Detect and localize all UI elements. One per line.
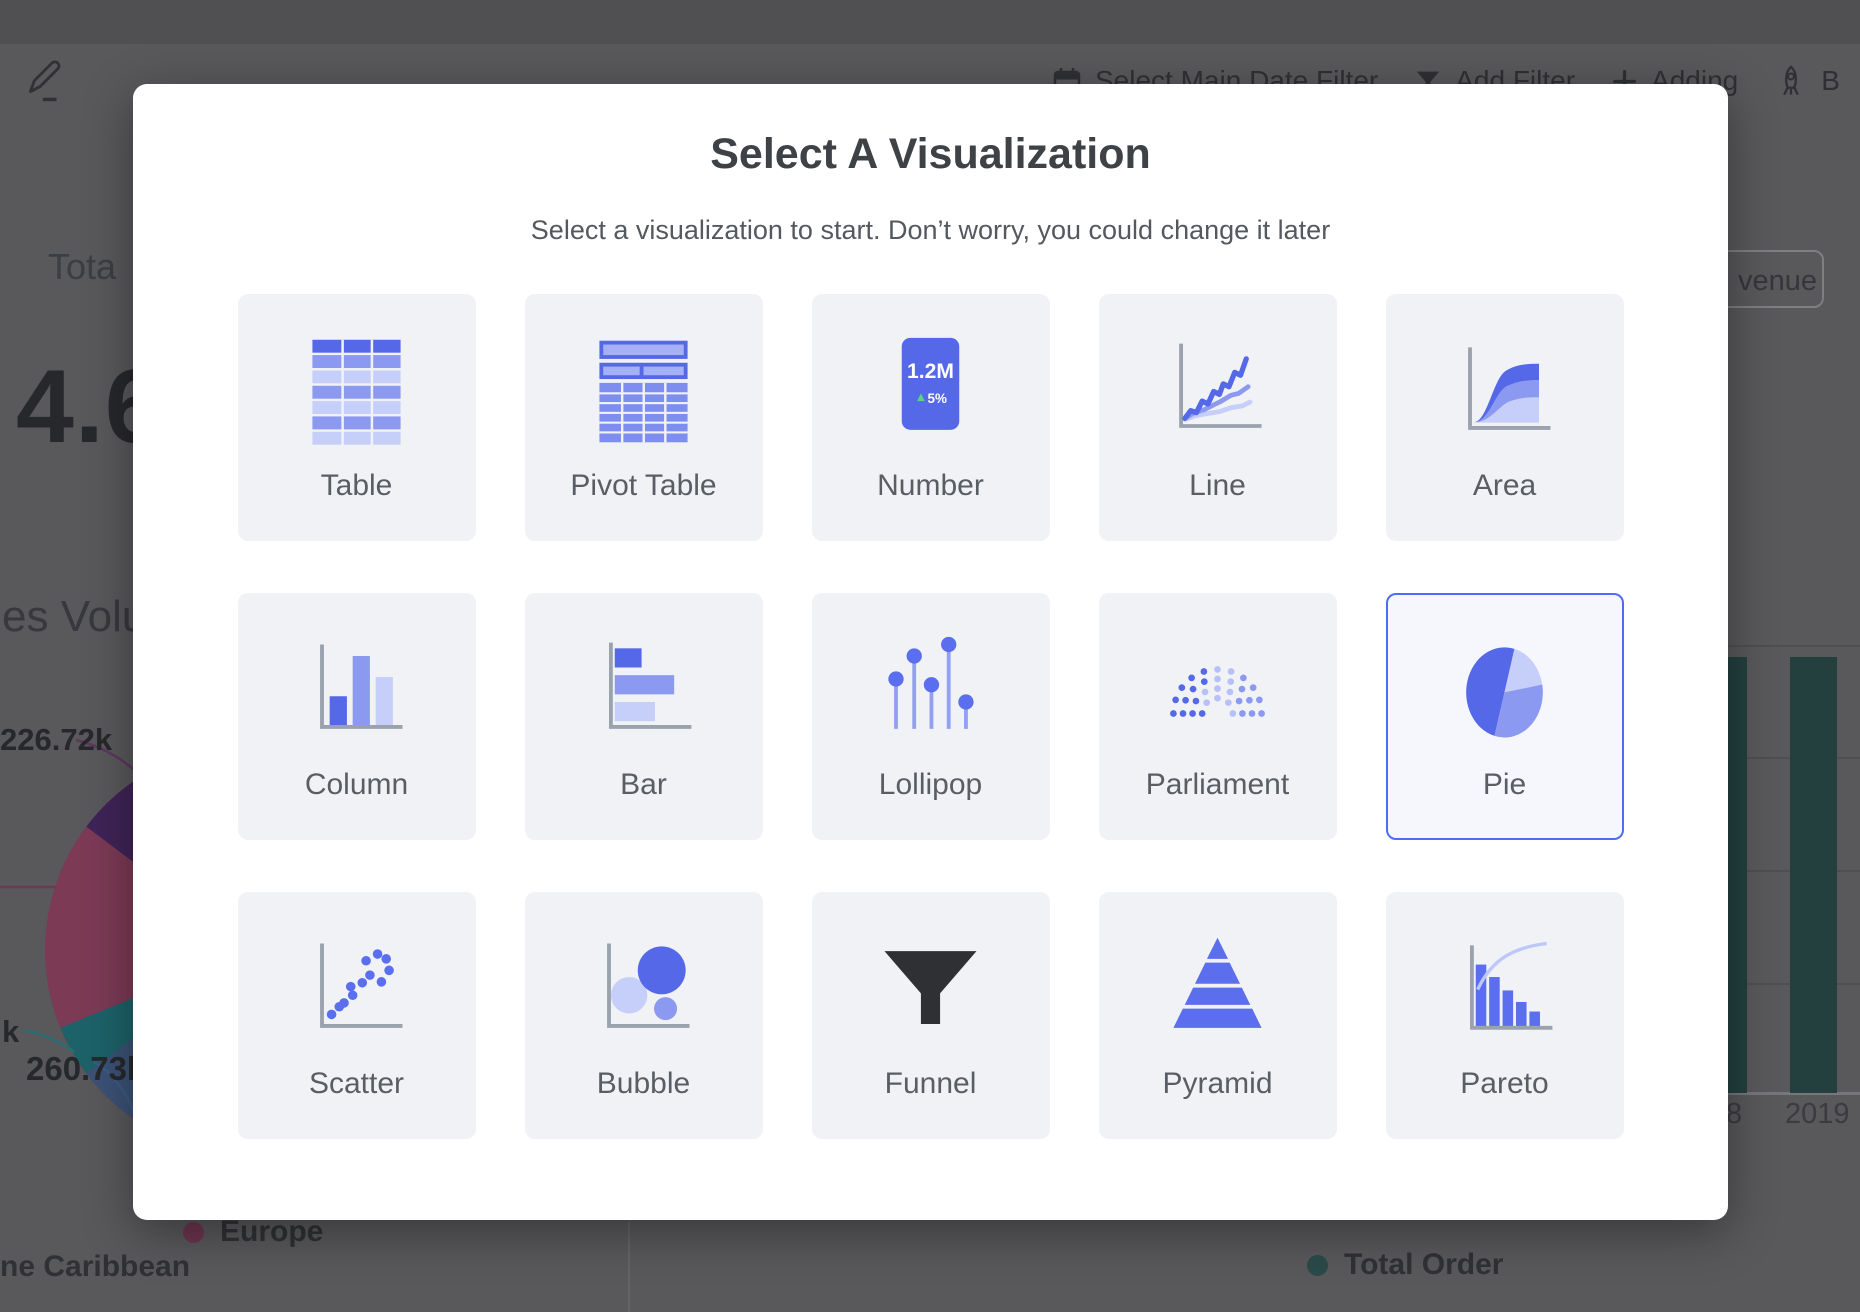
parliament-icon (1160, 633, 1275, 748)
viz-tile-label: Pivot Table (570, 469, 716, 503)
scatter-icon (299, 932, 414, 1047)
bar-icon (586, 633, 701, 748)
viz-tile-label: Column (305, 768, 408, 802)
pareto-icon (1447, 932, 1562, 1047)
legend-item-europe[interactable]: Europe (183, 1215, 323, 1249)
legend-item-total-order[interactable]: Total Order (1307, 1248, 1503, 1282)
bubble-icon (586, 932, 701, 1047)
svg-text:1.2M: 1.2M (907, 360, 954, 383)
viz-tile-label: Funnel (885, 1067, 977, 1101)
viz-tile-parliament[interactable]: Parliament (1099, 593, 1337, 840)
visualization-grid: Table Pivot Table 1.2M 5% Number Line (238, 294, 1624, 1139)
pie-data-label: k (2, 1014, 19, 1050)
viz-tile-label: Area (1473, 469, 1536, 503)
viz-tile-pivot-table[interactable]: Pivot Table (525, 294, 763, 541)
funnel-icon (873, 932, 988, 1047)
funnel-icon (873, 932, 988, 1047)
pie-icon (1447, 633, 1562, 748)
viz-tile-lollipop[interactable]: Lollipop (812, 593, 1050, 840)
viz-tile-line[interactable]: Line (1099, 294, 1337, 541)
revenue-button-label: venue (1738, 265, 1817, 298)
viz-tile-scatter[interactable]: Scatter (238, 892, 476, 1139)
viz-tile-label: Line (1189, 469, 1246, 503)
lollipop-icon (873, 633, 988, 748)
select-visualization-modal: Select A Visualization Select a visualiz… (133, 84, 1728, 1220)
toolbar-item-b[interactable]: B (1774, 62, 1840, 100)
table-icon (299, 334, 414, 449)
viz-tile-label: Bar (620, 768, 667, 802)
viz-tile-label: Pie (1483, 768, 1526, 802)
legend-dot (1307, 1255, 1328, 1276)
line-icon (1160, 334, 1275, 449)
pivot-table-icon (586, 334, 701, 449)
viz-tile-funnel[interactable]: Funnel (812, 892, 1050, 1139)
number-icon: 1.2M 5% (873, 334, 988, 449)
legend-label: ne Caribbean (0, 1250, 190, 1284)
viz-tile-label: Scatter (309, 1067, 404, 1101)
svg-text:5%: 5% (928, 391, 947, 406)
rocket-icon (1774, 62, 1808, 100)
pareto-icon (1447, 932, 1562, 1047)
viz-tile-number[interactable]: 1.2M 5% Number (812, 294, 1050, 541)
toolbar-item-label: B (1821, 65, 1840, 97)
pie-data-label: 260.73k (26, 1050, 145, 1088)
parliament-icon (1160, 633, 1275, 748)
pie-data-label: 226.72k (0, 722, 112, 758)
viz-tile-pyramid[interactable]: Pyramid (1099, 892, 1337, 1139)
viz-tile-column[interactable]: Column (238, 593, 476, 840)
x-tick-label: 8 (1726, 1098, 1742, 1131)
viz-tile-bubble[interactable]: Bubble (525, 892, 763, 1139)
card-divider (628, 1222, 630, 1312)
pyramid-icon (1160, 932, 1275, 1047)
viz-tile-pie[interactable]: Pie (1386, 593, 1624, 840)
viz-tile-area[interactable]: Area (1386, 294, 1624, 541)
table-icon (299, 334, 414, 449)
chart-section-title-partial: es Volu (2, 592, 146, 642)
area-icon (1447, 334, 1562, 449)
line-icon (1160, 334, 1275, 449)
rocket-icon (1774, 62, 1808, 100)
viz-tile-label: Pareto (1460, 1067, 1548, 1101)
x-tick-label: 2019 (1785, 1098, 1850, 1131)
pyramid-icon (1160, 932, 1275, 1047)
viz-tile-table[interactable]: Table (238, 294, 476, 541)
edit-pencil-icon[interactable] (24, 54, 64, 109)
viz-tile-label: Pyramid (1162, 1067, 1272, 1101)
bar-icon (586, 633, 701, 748)
screen: Select Main Date Filter Add Filter Addin… (0, 0, 1860, 1312)
viz-tile-label: Number (877, 469, 984, 503)
viz-tile-label: Parliament (1146, 768, 1289, 802)
modal-title: Select A Visualization (133, 130, 1728, 179)
kpi-title-partial: Tota (48, 246, 116, 288)
pie-icon (1447, 633, 1562, 748)
pivot-table-icon (586, 334, 701, 449)
legend-item-caribbean[interactable]: ne Caribbean (0, 1250, 190, 1284)
bubble-icon (586, 932, 701, 1047)
column-icon (299, 633, 414, 748)
scatter-icon (299, 932, 414, 1047)
column-icon (299, 633, 414, 748)
lollipop-icon (873, 633, 988, 748)
area-icon (1447, 334, 1562, 449)
viz-tile-bar[interactable]: Bar (525, 593, 763, 840)
viz-tile-label: Table (321, 469, 393, 503)
legend-label: Europe (220, 1215, 323, 1249)
viz-tile-label: Lollipop (879, 768, 982, 802)
viz-tile-label: Bubble (597, 1067, 690, 1101)
legend-label: Total Order (1344, 1248, 1503, 1282)
number-icon: 1.2M 5% (873, 334, 988, 449)
column-bar (1790, 657, 1837, 1093)
browser-top-strip (0, 0, 1860, 44)
modal-subtitle: Select a visualization to start. Don’t w… (133, 215, 1728, 246)
viz-tile-pareto[interactable]: Pareto (1386, 892, 1624, 1139)
legend-dot (183, 1222, 204, 1243)
